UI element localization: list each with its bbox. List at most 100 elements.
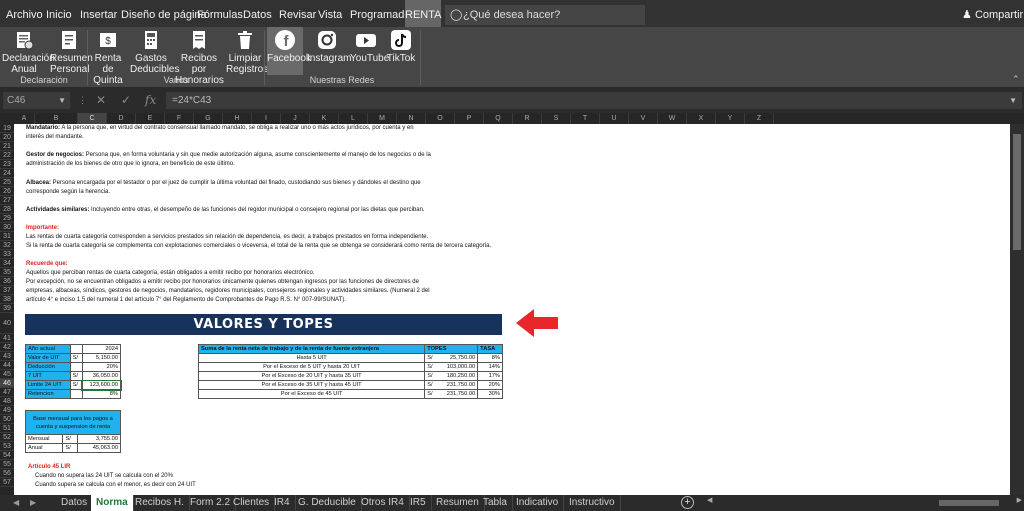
next-sheet-icon[interactable]: ▶ <box>30 495 36 511</box>
row-header-20[interactable]: 20 <box>0 133 14 142</box>
row-header-35[interactable]: 35 <box>0 268 14 277</box>
column-header-f[interactable]: F <box>165 113 194 124</box>
column-header-n[interactable]: N <box>397 113 426 124</box>
row-header-52[interactable]: 52 <box>0 433 14 442</box>
row-header-39[interactable]: 39 <box>0 304 14 313</box>
scroll-left-icon[interactable]: ◀ <box>707 496 712 504</box>
horizontal-scroll-thumb[interactable] <box>939 500 999 506</box>
column-header-l[interactable]: L <box>339 113 368 124</box>
expand-formula-icon[interactable]: ▼ <box>1009 92 1017 109</box>
row-header-33[interactable]: 33 <box>0 250 14 259</box>
worksheet-grid[interactable]: Mandatario: A la persona que, en virtud … <box>14 124 1010 495</box>
sheet-tab-resumen[interactable]: Resumen <box>431 495 485 511</box>
name-box[interactable]: C46 ▼ <box>3 92 70 109</box>
tell-me-box[interactable]: ◯ ¿Qué desea hacer? <box>445 5 645 25</box>
collapse-ribbon-icon[interactable]: ⌃ <box>1012 74 1020 85</box>
row-header-31[interactable]: 31 <box>0 232 14 241</box>
sheet-tab-tabla[interactable]: Tabla <box>478 495 513 511</box>
recibos-honorarios-button[interactable]: Recibos por Honorarios <box>175 27 224 86</box>
row-header-24[interactable]: 24 <box>0 169 14 178</box>
renta-quinta-button[interactable]: $ Renta de Quinta <box>90 27 126 86</box>
sheet-tab-indicativo[interactable]: Indicativo <box>511 495 565 511</box>
column-header-u[interactable]: U <box>600 113 629 124</box>
row-header-54[interactable]: 54 <box>0 451 14 460</box>
tab-formulas[interactable]: Fórmulas <box>197 0 243 27</box>
column-header-r[interactable]: R <box>513 113 542 124</box>
instagram-button[interactable]: Instagram <box>307 27 351 75</box>
share-button[interactable]: ♟ Compartir <box>962 0 1023 27</box>
param-value-cell[interactable]: 123,600.00 <box>81 379 122 391</box>
tab-insertar[interactable]: Insertar <box>80 0 117 27</box>
sheet-tab-datos[interactable]: Datos <box>56 495 94 511</box>
vertical-scroll-thumb[interactable] <box>1013 134 1021 250</box>
param-value-cell[interactable]: 5,150.00 <box>81 353 122 363</box>
row-header-41[interactable]: 41 <box>0 334 14 343</box>
column-header-x[interactable]: X <box>687 113 716 124</box>
column-header-a[interactable]: A <box>14 113 35 124</box>
row-header-32[interactable]: 32 <box>0 241 14 250</box>
row-header-42[interactable]: 42 <box>0 343 14 352</box>
resumen-personal-button[interactable]: Resumen Personal <box>50 27 93 75</box>
row-header-21[interactable]: 21 <box>0 142 14 151</box>
sheet-tab-recibos-h-[interactable]: Recibos H. <box>130 495 190 511</box>
column-header-v[interactable]: V <box>629 113 658 124</box>
row-header-51[interactable]: 51 <box>0 424 14 433</box>
column-header-w[interactable]: W <box>658 113 687 124</box>
limpiar-registros-button[interactable]: Limpiar Registros <box>226 27 268 75</box>
row-header-27[interactable]: 27 <box>0 196 14 205</box>
vertical-scrollbar[interactable] <box>1010 124 1024 495</box>
row-header-37[interactable]: 37 <box>0 286 14 295</box>
column-header-k[interactable]: K <box>310 113 339 124</box>
enter-icon[interactable]: ✓ <box>121 92 131 109</box>
row-header-50[interactable]: 50 <box>0 415 14 424</box>
column-header-j[interactable]: J <box>281 113 310 124</box>
youtube-button[interactable]: YouTube <box>350 27 389 75</box>
column-header-i[interactable]: I <box>252 113 281 124</box>
tab-revisar[interactable]: Revisar <box>279 0 316 27</box>
column-header-t[interactable]: T <box>571 113 600 124</box>
tab-datos[interactable]: Datos <box>243 0 272 27</box>
column-header-g[interactable]: G <box>194 113 223 124</box>
row-header-19[interactable]: 19 <box>0 124 14 133</box>
row-header-30[interactable]: 30 <box>0 223 14 232</box>
row-header-29[interactable]: 29 <box>0 214 14 223</box>
column-header-e[interactable]: E <box>136 113 165 124</box>
column-header-h[interactable]: H <box>223 113 252 124</box>
row-header-36[interactable]: 36 <box>0 277 14 286</box>
row-header-34[interactable]: 34 <box>0 259 14 268</box>
row-header-56[interactable]: 56 <box>0 469 14 478</box>
row-header-53[interactable]: 53 <box>0 442 14 451</box>
row-header-45[interactable]: 45 <box>0 370 14 379</box>
row-header-25[interactable]: 25 <box>0 178 14 187</box>
row-header-46[interactable]: 46 <box>0 379 14 388</box>
tiktok-button[interactable]: TikTok <box>386 27 416 75</box>
row-header-23[interactable]: 23 <box>0 160 14 169</box>
param-value-cell[interactable]: 2024 <box>81 344 122 354</box>
row-header-55[interactable]: 55 <box>0 460 14 469</box>
tab-renta[interactable]: RENTA <box>405 0 441 27</box>
row-header-40[interactable]: 40 <box>0 313 14 334</box>
declaracion-anual-button[interactable]: Declaración Anual <box>2 27 55 75</box>
prev-sheet-icon[interactable]: ◀ <box>13 495 19 511</box>
cancel-icon[interactable]: ✕ <box>96 92 106 109</box>
sheet-tab-norma[interactable]: Norma <box>91 495 134 511</box>
sheet-tab-instructivo[interactable]: Instructivo <box>564 495 621 511</box>
column-header-s[interactable]: S <box>542 113 571 124</box>
row-header-48[interactable]: 48 <box>0 397 14 406</box>
column-header-z[interactable]: Z <box>745 113 774 124</box>
column-header-q[interactable]: Q <box>484 113 513 124</box>
horizontal-scrollbar[interactable]: ◀ ▶ <box>707 496 1022 508</box>
row-header-57[interactable]: 57 <box>0 478 14 487</box>
insert-function-icon[interactable]: fx <box>145 92 156 109</box>
row-header-47[interactable]: 47 <box>0 388 14 397</box>
row-header-38[interactable]: 38 <box>0 295 14 304</box>
column-header-m[interactable]: M <box>368 113 397 124</box>
sheet-tab-ir5[interactable]: IR5 <box>405 495 432 511</box>
row-header-49[interactable]: 49 <box>0 406 14 415</box>
sheet-tab-ir4[interactable]: IR4 <box>269 495 296 511</box>
row-header-43[interactable]: 43 <box>0 352 14 361</box>
gastos-deducibles-button[interactable]: Gastos Deducibles <box>130 27 179 75</box>
column-header-p[interactable]: P <box>455 113 484 124</box>
column-header-d[interactable]: D <box>107 113 136 124</box>
row-header-22[interactable]: 22 <box>0 151 14 160</box>
